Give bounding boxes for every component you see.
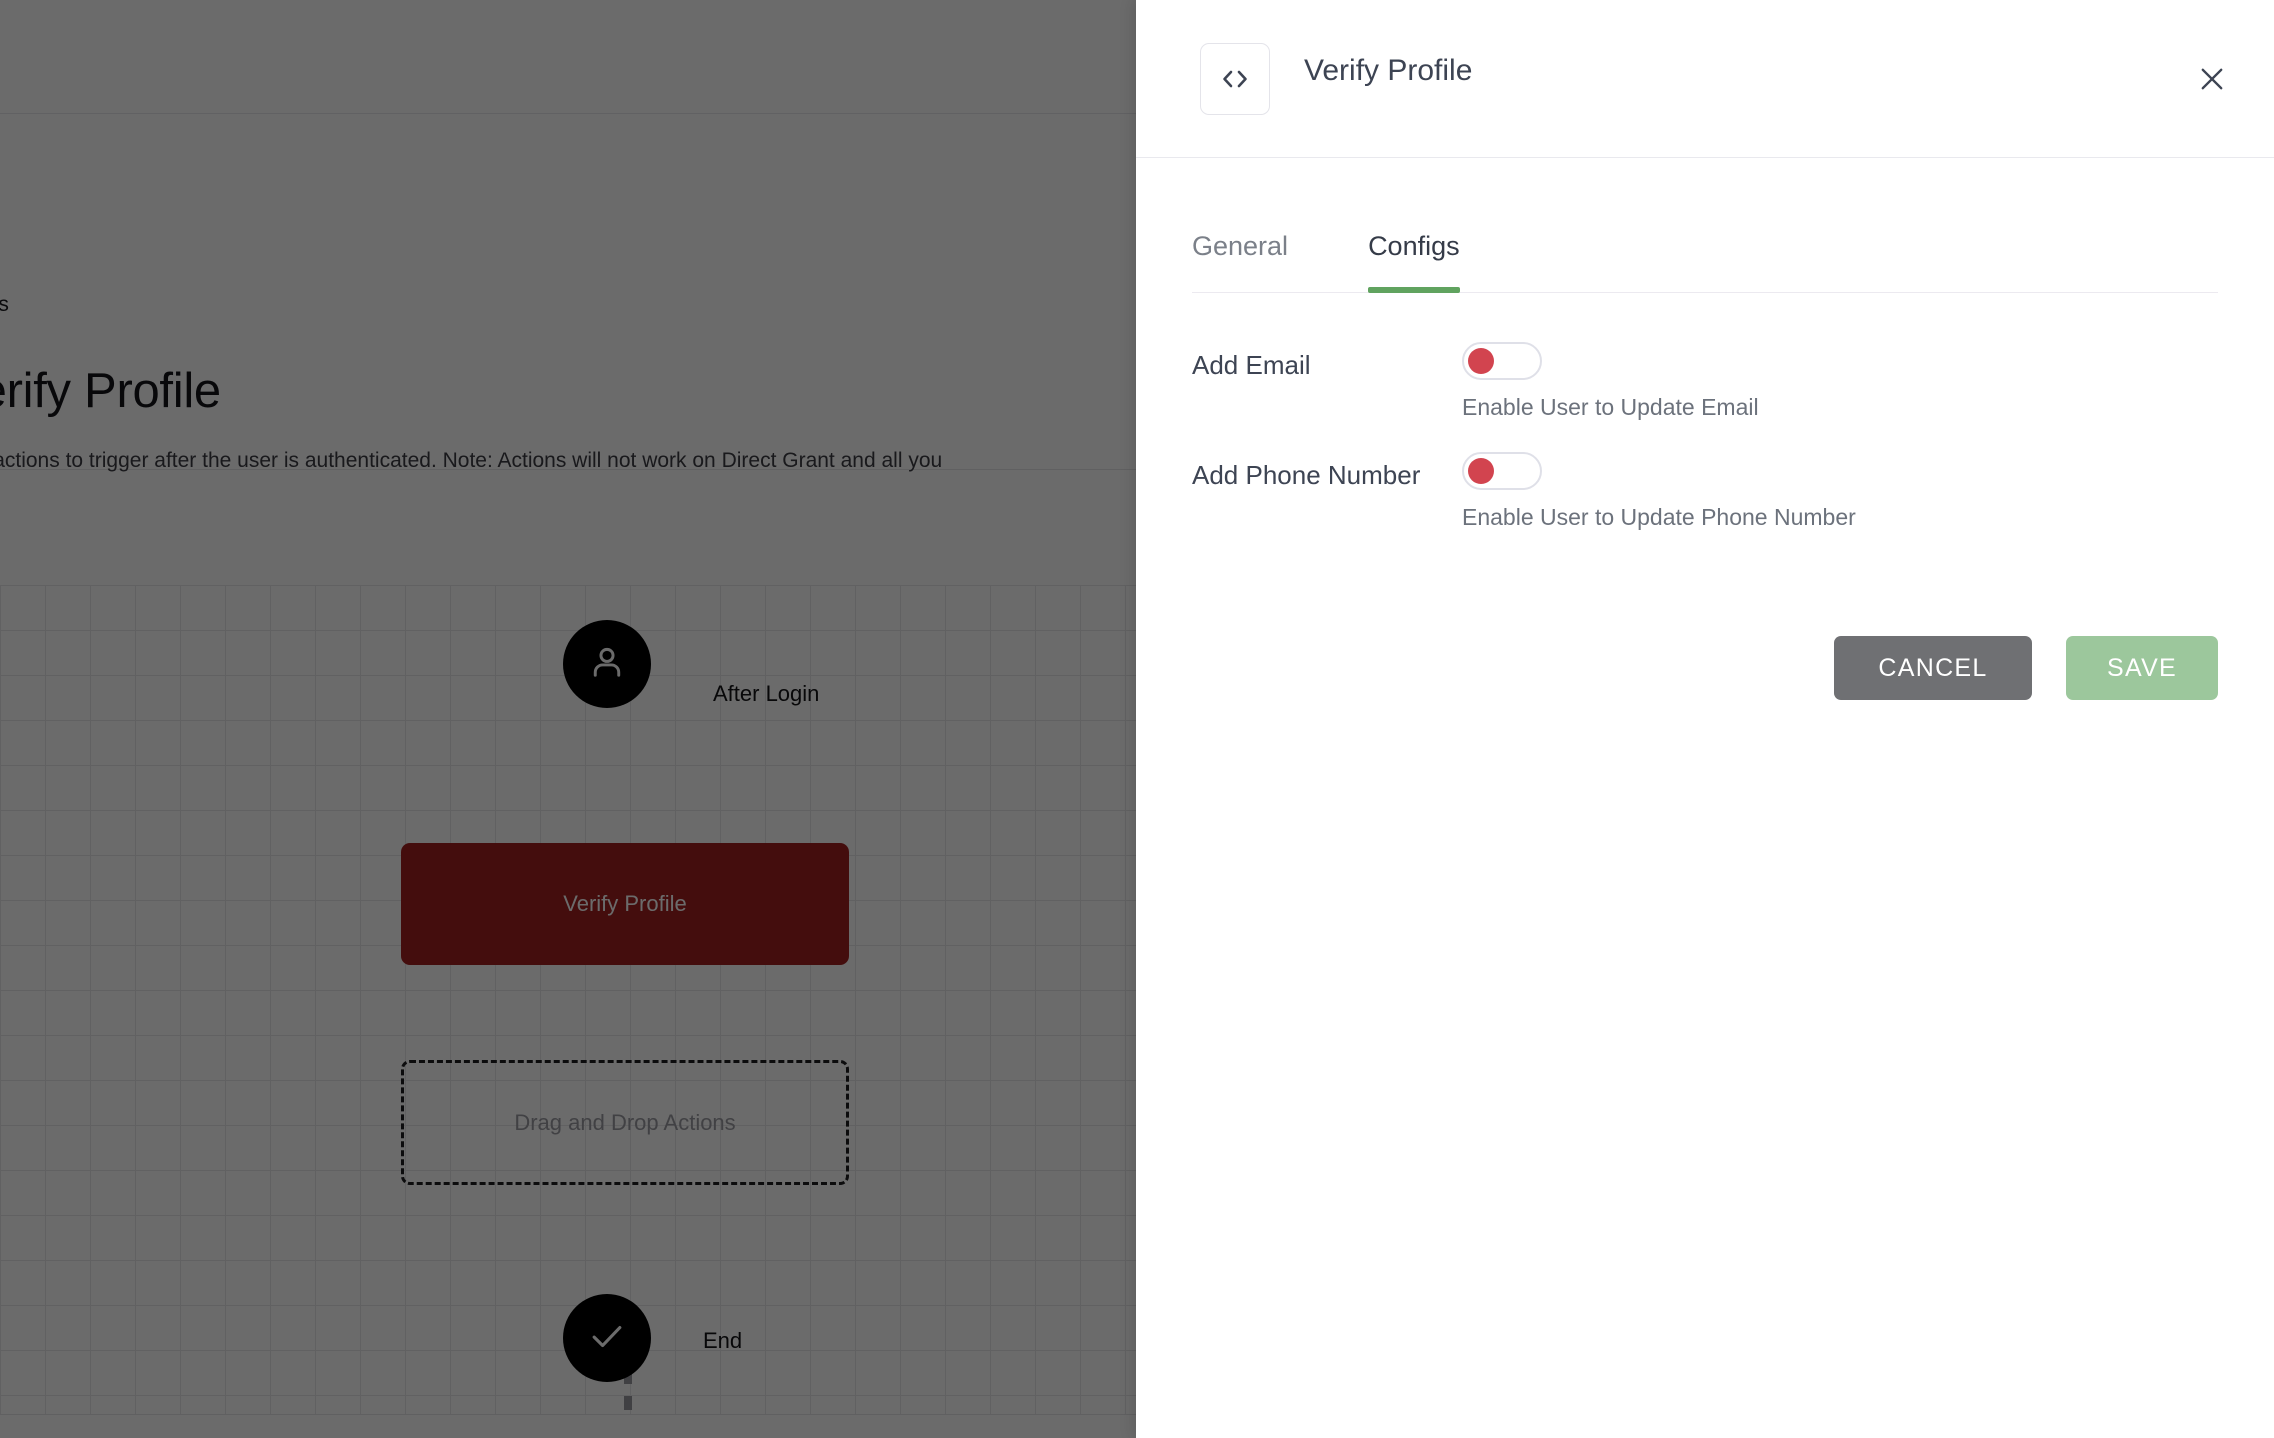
- panel-header: Verify Profile: [1136, 0, 2274, 158]
- flow-node-start-label: After Login: [713, 681, 820, 706]
- page-title: Verify Profile: [0, 364, 221, 418]
- configs-form: Add Email Enable User to Update Email Ad…: [1136, 342, 2274, 562]
- panel-title: Verify Profile: [1304, 54, 1473, 87]
- flow-node-start[interactable]: [563, 620, 651, 708]
- flow-canvas[interactable]: [0, 585, 1136, 1428]
- config-row-add-phone-number: Add Phone Number Enable User to Update P…: [1136, 452, 2274, 562]
- cancel-button[interactable]: CANCEL: [1834, 636, 2032, 700]
- flow-dropzone[interactable]: Drag and Drop Actions: [401, 1060, 849, 1185]
- breadcrumb[interactable]: ctions: [0, 293, 9, 317]
- flow-node-end[interactable]: [563, 1294, 651, 1382]
- toggle-knob: [1468, 458, 1494, 484]
- flow-node-action[interactable]: Verify Profile: [401, 843, 849, 965]
- app-page-header: ctions Verify Profile Add actions to tri…: [0, 115, 1136, 472]
- background-app: ctions Verify Profile Add actions to tri…: [0, 0, 1136, 1438]
- user-icon: [585, 640, 629, 689]
- config-label-add-email: Add Email: [1192, 350, 1311, 380]
- verify-profile-panel: Verify Profile General Configs Add Email: [1136, 0, 2274, 1438]
- code-brackets-icon: [1200, 43, 1270, 115]
- check-icon: [585, 1314, 629, 1363]
- app-topbar: [0, 0, 1136, 114]
- config-row-add-email: Add Email Enable User to Update Email: [1136, 342, 2274, 452]
- panel-tabs: General Configs: [1136, 158, 2274, 318]
- app-footer: [0, 1415, 1136, 1438]
- toggle-add-email[interactable]: [1462, 342, 1542, 380]
- config-control-add-email: Enable User to Update Email: [1462, 342, 2218, 421]
- page-description: Add actions to trigger after the user is…: [0, 449, 943, 472]
- tab-general[interactable]: General: [1192, 231, 1288, 292]
- close-icon[interactable]: [2188, 55, 2236, 103]
- flow-node-end-label: End: [703, 1328, 743, 1353]
- save-button[interactable]: SAVE: [2066, 636, 2218, 700]
- toggle-add-phone-number[interactable]: [1462, 452, 1542, 490]
- toggle-knob: [1468, 348, 1494, 374]
- config-help-add-email: Enable User to Update Email: [1462, 394, 1759, 420]
- tab-configs[interactable]: Configs: [1368, 231, 1460, 293]
- panel-action-buttons: CANCEL SAVE: [1136, 636, 2274, 700]
- screen-root: ctions Verify Profile Add actions to tri…: [0, 0, 2274, 1438]
- config-label-add-phone-number: Add Phone Number: [1192, 460, 1421, 490]
- config-control-add-phone-number: Enable User to Update Phone Number: [1462, 452, 2218, 531]
- config-help-add-phone-number: Enable User to Update Phone Number: [1462, 504, 1856, 530]
